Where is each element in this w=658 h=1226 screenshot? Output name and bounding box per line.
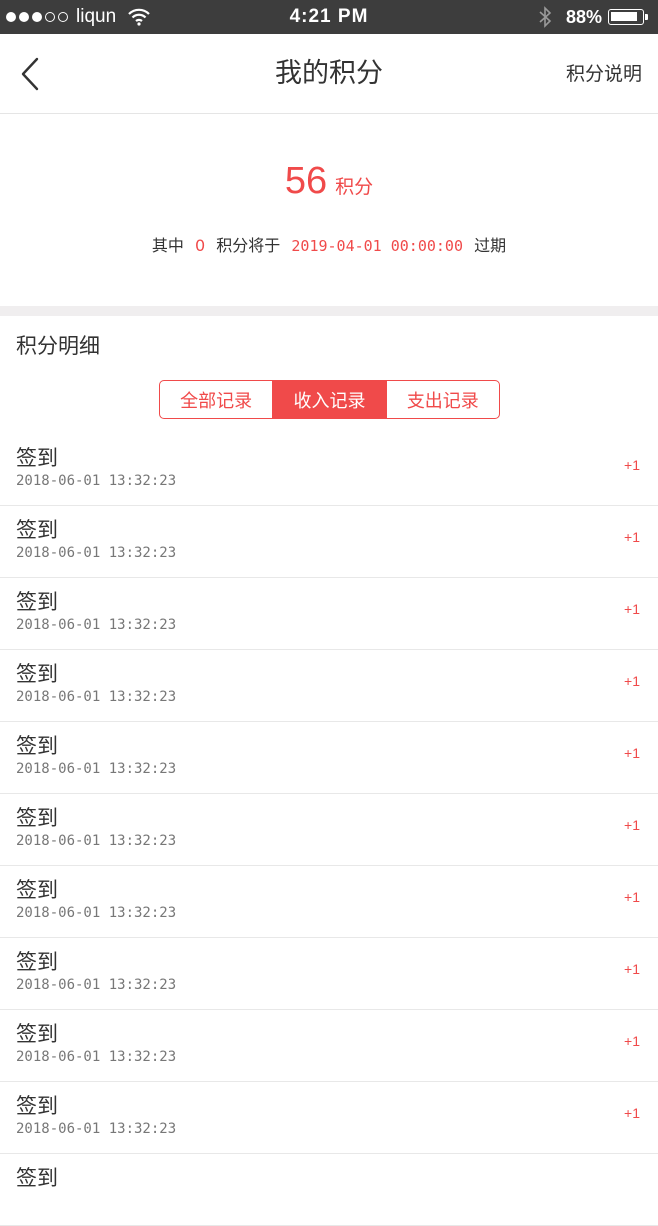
record-row[interactable]: 签到 [0, 1154, 658, 1226]
record-title: 签到 [16, 1022, 58, 1046]
points-value: 56 [284, 160, 328, 202]
record-amount: +1 [624, 601, 640, 617]
battery-icon [608, 9, 644, 25]
record-time: 2018-06-01 13:32:23 [16, 905, 177, 921]
record-title: 签到 [16, 1166, 58, 1190]
expire-points: 0 [195, 236, 206, 255]
record-time: 2018-06-01 13:32:23 [16, 761, 177, 777]
tab-all-records[interactable]: 全部记录 [160, 381, 274, 418]
record-title: 签到 [16, 734, 58, 758]
record-title: 签到 [16, 446, 58, 470]
battery-percent: 88% [565, 6, 602, 27]
battery-cap [645, 14, 648, 20]
record-amount: +1 [624, 673, 640, 689]
record-time: 2018-06-01 13:32:23 [16, 977, 177, 993]
record-time: 2018-06-01 13:32:23 [16, 689, 177, 705]
record-row[interactable]: 签到 2018-06-01 13:32:23 +1 [0, 794, 658, 866]
record-amount: +1 [624, 457, 640, 473]
record-amount: +1 [624, 529, 640, 545]
points-total: 56 积分 [0, 160, 658, 203]
record-time: 2018-06-01 13:32:23 [16, 617, 177, 633]
expire-notice: 其中 0 积分将于 2019-04-01 00:00:00 过期 [0, 232, 658, 256]
record-row[interactable]: 签到 2018-06-01 13:32:23 +1 [0, 434, 658, 506]
record-title: 签到 [16, 1094, 58, 1118]
page-title: 我的积分 [275, 58, 383, 89]
record-amount: +1 [624, 745, 640, 761]
back-button[interactable] [10, 52, 50, 96]
record-filter-tabs: 全部记录 收入记录 支出记录 [159, 380, 500, 419]
chevron-left-icon [21, 57, 39, 91]
record-time: 2018-06-01 13:32:23 [16, 473, 177, 489]
points-rules-link[interactable]: 积分说明 [566, 34, 642, 114]
points-summary: 56 积分 其中 0 积分将于 2019-04-01 00:00:00 过期 [0, 114, 658, 306]
record-row[interactable]: 签到 2018-06-01 13:32:23 +1 [0, 1082, 658, 1154]
record-title: 签到 [16, 590, 58, 614]
record-row[interactable]: 签到 2018-06-01 13:32:23 +1 [0, 938, 658, 1010]
record-row[interactable]: 签到 2018-06-01 13:32:23 +1 [0, 506, 658, 578]
record-amount: +1 [624, 961, 640, 977]
record-row[interactable]: 签到 2018-06-01 13:32:23 +1 [0, 650, 658, 722]
tab-expense-records[interactable]: 支出记录 [387, 381, 499, 418]
record-amount: +1 [624, 1033, 640, 1049]
record-title: 签到 [16, 518, 58, 542]
expire-prefix: 其中 [151, 236, 184, 255]
record-row[interactable]: 签到 2018-06-01 13:32:23 +1 [0, 722, 658, 794]
section-divider [0, 306, 658, 316]
status-right: 88% [538, 0, 648, 34]
record-time: 2018-06-01 13:32:23 [16, 1049, 177, 1065]
battery-level [611, 12, 637, 21]
tab-income-records[interactable]: 收入记录 [273, 381, 387, 418]
nav-bar: 我的积分 积分说明 [0, 34, 658, 114]
record-row[interactable]: 签到 2018-06-01 13:32:23 +1 [0, 1010, 658, 1082]
status-bar: liqun 4:21 PM 88% [0, 0, 658, 34]
record-amount: +1 [624, 889, 640, 905]
expire-date: 2019-04-01 00:00:00 [291, 237, 463, 255]
record-time: 2018-06-01 13:32:23 [16, 833, 177, 849]
record-row[interactable]: 签到 2018-06-01 13:32:23 +1 [0, 866, 658, 938]
record-amount: +1 [624, 817, 640, 833]
expire-suffix: 过期 [474, 236, 507, 255]
record-title: 签到 [16, 662, 58, 686]
record-time: 2018-06-01 13:32:23 [16, 545, 177, 561]
record-title: 签到 [16, 806, 58, 830]
record-amount: +1 [624, 1105, 640, 1121]
record-time: 2018-06-01 13:32:23 [16, 1121, 177, 1137]
record-title: 签到 [16, 950, 58, 974]
record-row[interactable]: 签到 2018-06-01 13:32:23 +1 [0, 578, 658, 650]
bluetooth-icon [539, 6, 552, 28]
detail-title: 积分明细 [16, 334, 100, 358]
record-list: 签到 2018-06-01 13:32:23 +1 签到 2018-06-01 … [0, 434, 658, 1226]
record-title: 签到 [16, 878, 58, 902]
expire-middle: 积分将于 [216, 236, 281, 255]
points-unit: 积分 [335, 176, 374, 198]
